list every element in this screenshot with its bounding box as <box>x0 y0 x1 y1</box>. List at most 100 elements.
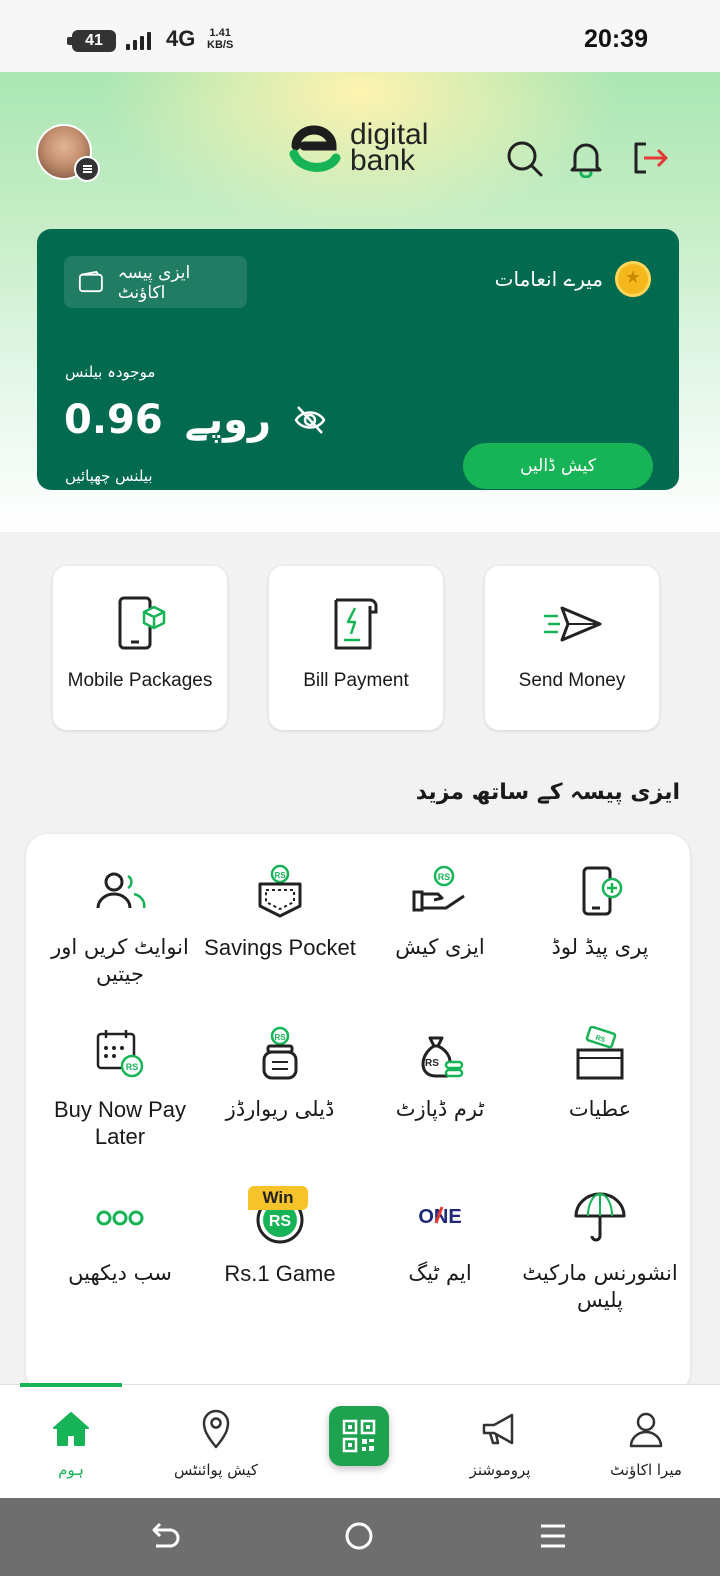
umbrella-icon <box>574 1192 626 1242</box>
wallet-icon <box>78 270 103 293</box>
service-label: انوایٹ کریں اور جیتیں <box>51 935 189 986</box>
signal-icon <box>126 32 151 50</box>
qr-scan-button[interactable] <box>329 1406 389 1466</box>
clock: 20:39 <box>584 25 648 53</box>
home-circle-icon[interactable] <box>343 1518 375 1554</box>
active-tab-indicator <box>20 1383 122 1387</box>
service-invite[interactable]: انوایٹ کریں اور جیتیں <box>40 864 200 1004</box>
nav-home[interactable]: ہوم <box>11 1409 131 1479</box>
daily-rewards-icon: RS <box>262 1026 298 1080</box>
easy-cash-icon: RS <box>412 865 465 912</box>
service-label: Savings Pocket <box>204 935 356 960</box>
service-label: ایزی کیش <box>395 935 485 959</box>
quick-action-label: Bill Payment <box>303 670 409 691</box>
win-badge: Win <box>248 1186 308 1210</box>
svg-text:RS: RS <box>126 1062 139 1072</box>
network-type: 4G <box>166 26 196 51</box>
mobile-packages-button[interactable]: Mobile Packages <box>53 566 227 730</box>
nav-label: ہوم <box>58 1461 84 1479</box>
donation-icon: RS <box>576 1026 624 1080</box>
logout-icon[interactable] <box>630 138 670 178</box>
menu-icon[interactable] <box>74 156 100 182</box>
nav-label: پروموشنز <box>469 1461 531 1479</box>
bill-payment-button[interactable]: Bill Payment <box>269 566 443 730</box>
my-rewards-button[interactable]: میرے انعامات <box>495 261 651 297</box>
speed-value: 1.41 <box>209 27 231 39</box>
svg-text:RS: RS <box>269 1213 292 1230</box>
service-mtag[interactable]: ONE ایم ٹیگ <box>360 1190 520 1287</box>
nav-cash-points[interactable]: کیش پوائنٹس <box>156 1409 276 1479</box>
section-title: ایزی پیسہ کے ساتھ مزید <box>415 780 680 805</box>
eye-off-icon[interactable] <box>293 403 327 437</box>
location-pin-icon <box>202 1409 230 1449</box>
service-label: پری پیڈ لوڈ <box>551 935 649 959</box>
app-logo: digital bank <box>286 120 428 176</box>
bottom-nav: میرا اکاؤنٹ پروموشنز کیش پوائنٹس ہوم <box>0 1383 720 1498</box>
service-insurance-marketplace[interactable]: انشورنس مارکیٹ پلیس <box>520 1190 680 1330</box>
send-icon <box>544 606 602 642</box>
search-icon[interactable] <box>504 138 544 178</box>
nav-promotions[interactable]: پروموشنز <box>440 1409 560 1479</box>
invite-icon <box>96 872 146 909</box>
service-label: Rs.1 Game <box>224 1261 336 1286</box>
user-icon <box>629 1412 663 1448</box>
savings-pocket-icon: RS <box>258 864 302 918</box>
logo-line2: bank <box>350 144 416 177</box>
battery-indicator: 41 <box>67 30 116 52</box>
bell-icon[interactable] <box>566 138 606 178</box>
bill-icon <box>334 598 378 650</box>
logo-text: digital bank <box>350 120 428 177</box>
service-label: ڈیلی ریوارڈز <box>225 1097 335 1121</box>
nav-label: کیش پوائنٹس <box>173 1461 258 1479</box>
service-label: سب دیکھیں <box>68 1261 172 1285</box>
send-money-button[interactable]: Send Money <box>485 566 659 730</box>
service-prepaid-load[interactable]: پری پیڈ لوڈ <box>520 864 680 961</box>
recents-icon[interactable] <box>537 1518 569 1554</box>
reward-coin-icon <box>615 261 651 297</box>
prepaid-load-icon <box>582 866 623 916</box>
amount-value: 0.96 <box>64 397 163 443</box>
main-content: Mobile Packages Bill Payment Send Money … <box>0 534 720 1394</box>
service-label: Buy Now Pay Later <box>53 1097 187 1149</box>
add-cash-button[interactable]: کیش ڈالیں <box>463 443 653 489</box>
rewards-label: میرے انعامات <box>494 267 603 291</box>
hide-balance-label[interactable]: بیلنس چھپائیں <box>65 467 153 485</box>
mobile-package-icon <box>118 596 166 650</box>
nav-my-account[interactable]: میرا اکاؤنٹ <box>586 1409 706 1479</box>
currency-label: روپے <box>184 397 272 443</box>
svg-text:RS: RS <box>274 871 286 880</box>
calendar-icon: RS <box>96 1030 144 1078</box>
service-donations[interactable]: RS عطیات <box>520 1026 680 1123</box>
service-term-deposit[interactable]: RS ٹرم ڈپازٹ <box>360 1026 520 1123</box>
current-balance-label: موجودہ بیلنس <box>65 363 156 381</box>
svg-text:RS: RS <box>425 1058 439 1069</box>
service-easy-cash[interactable]: RS ایزی کیش <box>360 864 520 961</box>
term-deposit-icon: RS <box>421 1036 464 1078</box>
easypaisa-account-chip[interactable]: ایزی پیسہ اکاؤنٹ <box>64 256 247 308</box>
service-label: انشورنس مارکیٹ پلیس <box>522 1261 678 1312</box>
balance-amount: 0.96 روپے <box>64 397 327 443</box>
svg-text:RS: RS <box>438 872 451 882</box>
service-see-all[interactable]: سب دیکھیں <box>40 1190 200 1287</box>
service-label: عطیات <box>568 1097 632 1121</box>
back-icon[interactable] <box>148 1518 180 1554</box>
svg-text:RS: RS <box>274 1033 286 1042</box>
quick-action-label: Send Money <box>518 670 626 691</box>
system-nav-bar <box>0 1498 720 1576</box>
network-speed: 1.41 KB/S <box>207 27 233 51</box>
service-label: ٹرم ڈپازٹ <box>395 1097 485 1121</box>
service-savings-pocket[interactable]: RS Savings Pocket <box>200 864 360 961</box>
service-daily-rewards[interactable]: RS ڈیلی ریوارڈز <box>200 1026 360 1123</box>
one-logo-icon: ONE <box>418 1206 461 1228</box>
balance-card: ایزی پیسہ اکاؤنٹ میرے انعامات موجودہ بیل… <box>37 229 679 490</box>
nav-label: میرا اکاؤنٹ <box>610 1461 682 1479</box>
status-bar: 41 4G 1.41 KB/S 20:39 <box>0 0 720 72</box>
more-dots-icon <box>96 1210 144 1226</box>
services-grid: پری پیڈ لوڈ RS ایزی کیش RS Savings Pocke… <box>26 834 690 1394</box>
service-label: ایم ٹیگ <box>408 1261 472 1285</box>
digital-bank-logo-icon <box>289 125 341 172</box>
home-icon <box>53 1412 89 1446</box>
qr-icon <box>342 1419 376 1453</box>
megaphone-icon <box>482 1413 514 1445</box>
service-buy-now-pay-later[interactable]: RS Buy Now Pay Later <box>40 1026 200 1150</box>
